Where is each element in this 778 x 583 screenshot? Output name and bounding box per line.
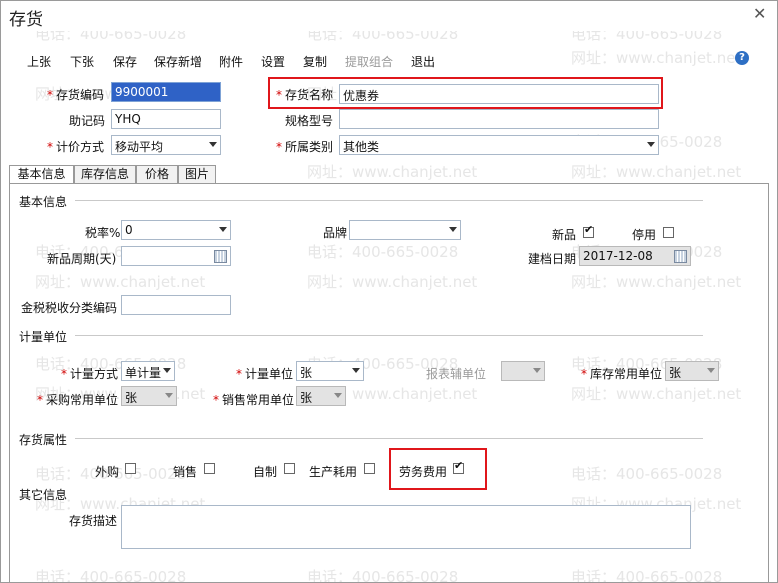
measure-unit-select[interactable]: 张 [296,361,364,381]
calculator-icon[interactable] [214,250,227,263]
measure-unit-label: * 计量单位 [236,367,294,381]
purchase-unit-label: * 采购常用单位 [37,393,119,407]
disabled-checkbox[interactable] [663,227,674,238]
sales-unit-select[interactable]: 张 [296,386,346,406]
tax-code-input[interactable] [121,295,231,315]
tab-stock-info[interactable]: 库存信息 [74,165,136,183]
measure-method-label: * 计量方式 [61,367,119,381]
section-divider [75,200,703,201]
section-divider [75,335,703,336]
checkmark-icon: ✔ [584,223,594,236]
selfmade-checkbox[interactable] [284,463,295,474]
tax-rate-select[interactable]: 0 [121,220,231,240]
tax-code-label: 金税税收分类编码 [21,301,118,315]
chevron-down-icon [163,368,171,373]
section-title-other: 其它信息 [19,488,68,502]
category-label: * 所属类别 [276,140,334,154]
spec-input[interactable] [339,109,659,129]
category-select[interactable]: 其他类 [339,135,659,155]
exit-button[interactable]: 退出 [411,53,435,70]
create-date-input[interactable]: 2017-12-08 [579,246,691,266]
sale-checkbox[interactable] [204,463,215,474]
sales-unit-label: * 销售常用单位 [213,393,295,407]
section-title-attrs: 存货属性 [19,433,68,447]
mnemonic-label: 助记码 [69,114,106,128]
tab-image[interactable]: 图片 [178,165,216,183]
calendar-icon[interactable] [674,250,687,263]
valuation-label: * 计价方式 [47,140,105,154]
purchase-unit-select[interactable]: 张 [121,386,177,406]
description-label: 存货描述 [69,514,118,528]
save-and-new-button[interactable]: 保存新增 [154,53,202,70]
watermark-text: 网址：www.chanjet.net [571,163,742,181]
title-bar [1,1,777,31]
chevron-down-icon [209,142,217,147]
copy-button[interactable]: 复制 [303,53,327,70]
extract-combo-button[interactable]: 提取组合 [345,53,393,70]
next-record-button[interactable]: 下张 [70,53,94,70]
highlight-box [268,77,663,109]
stock-unit-select[interactable]: 张 [665,361,719,381]
save-button[interactable]: 保存 [113,53,137,70]
section-title-basic: 基本信息 [19,195,68,209]
chevron-down-icon [165,393,173,398]
tax-rate-label: 税率% [85,226,121,240]
chevron-down-icon [647,142,655,147]
chevron-down-icon [533,368,541,373]
window-title: 存货 [9,10,43,30]
watermark-text: 网址：www.chanjet.net [307,163,478,181]
attr-label-purchase: 外购 [95,465,120,479]
attr-label-production: 生产耗用 [309,465,358,479]
attr-label-selfmade: 自制 [253,465,278,479]
chevron-down-icon [707,368,715,373]
disabled-label: 停用 [632,228,657,242]
new-product-label: 新品 [552,228,577,242]
code-input[interactable]: 9900001 [111,82,221,102]
valuation-select[interactable]: 移动平均 [111,135,221,155]
stock-unit-label: * 库存常用单位 [581,367,663,381]
prev-record-button[interactable]: 上张 [27,53,51,70]
section-title-unit: 计量单位 [19,330,68,344]
mnemonic-input[interactable]: YHQ [111,109,221,129]
inventory-dialog: 电话：400-665-0028 电话：400-665-0028 电话：400-6… [0,0,778,583]
report-aux-unit-label: 报表辅单位 [426,367,487,381]
purchase-checkbox[interactable] [125,463,136,474]
chevron-down-icon [449,227,457,232]
description-textarea[interactable] [121,505,691,549]
code-label: * 存货编码 [47,88,105,102]
settings-button[interactable]: 设置 [261,53,285,70]
create-date-label: 建档日期 [528,252,577,266]
chevron-down-icon [352,368,360,373]
watermark-text: 网址：www.chanjet.net [571,49,742,67]
tab-basic-info[interactable]: 基本信息 [9,165,74,184]
brand-label: 品牌 [323,226,348,240]
spec-label: 规格型号 [285,114,334,128]
attr-label-sale: 销售 [173,465,198,479]
tab-price[interactable]: 价格 [136,165,178,183]
measure-method-select[interactable]: 单计量 [121,361,175,381]
section-divider [75,438,703,439]
report-aux-unit-select[interactable] [501,361,545,381]
new-cycle-label: 新品周期(天) [47,252,117,266]
production-checkbox[interactable] [364,463,375,474]
attachment-button[interactable]: 附件 [219,53,243,70]
brand-select[interactable] [349,220,461,240]
new-cycle-input[interactable] [121,246,231,266]
chevron-down-icon [334,393,342,398]
chevron-down-icon [219,227,227,232]
close-icon[interactable]: ✕ [753,4,766,23]
new-product-checkbox[interactable]: ✔ [583,223,594,238]
help-icon[interactable]: ? [735,51,749,65]
highlight-box [389,448,487,490]
